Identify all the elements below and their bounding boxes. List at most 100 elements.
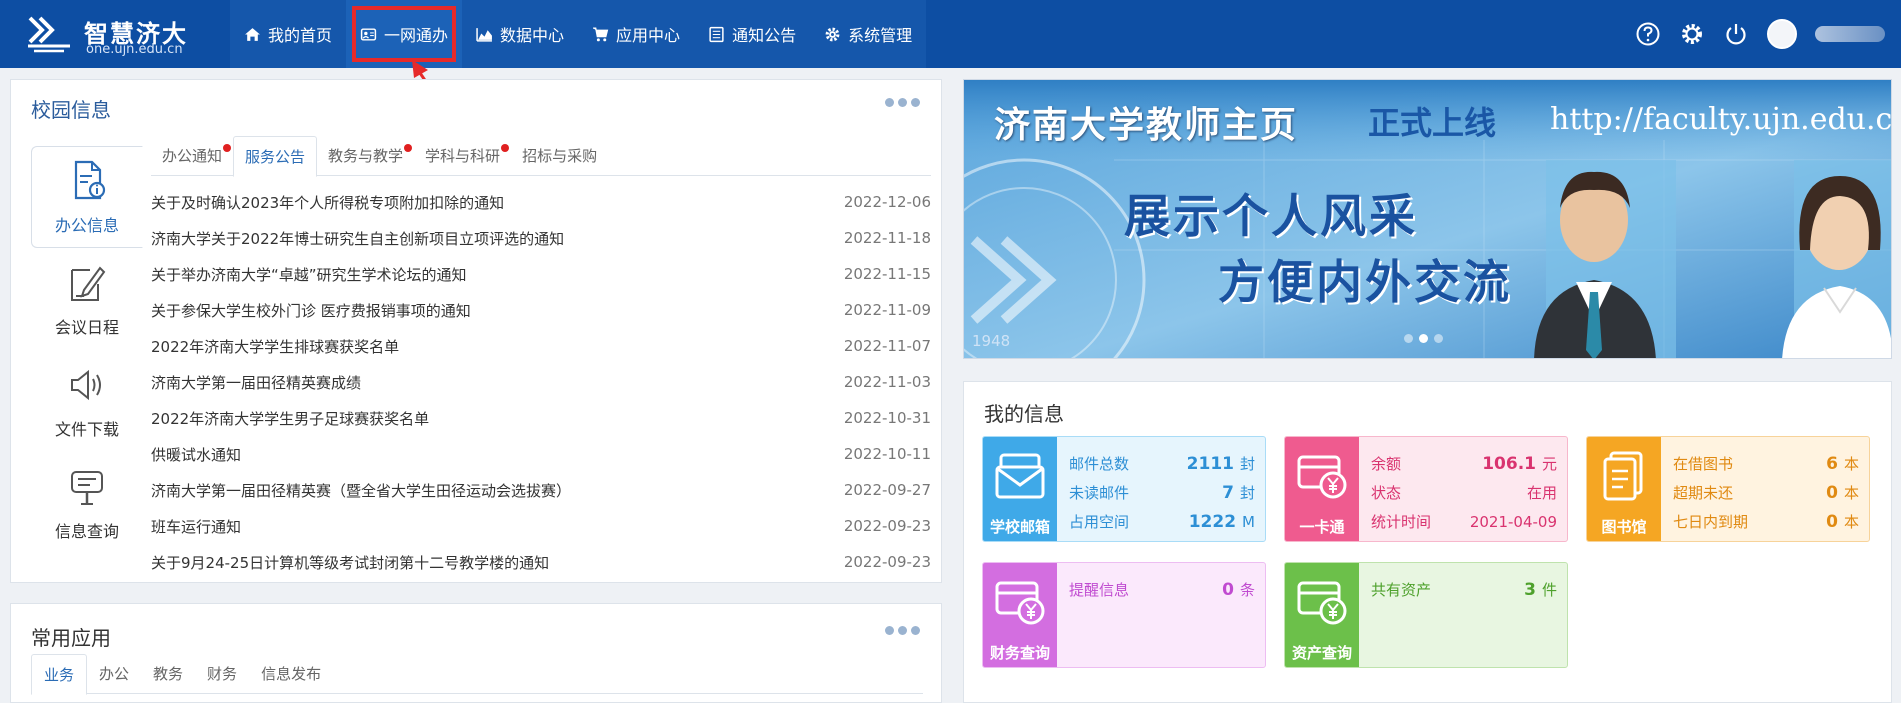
news-date: 2022-11-03: [843, 373, 931, 391]
news-item[interactable]: 班车运行通知 2022-09-23: [151, 508, 931, 544]
stat-value: 6: [1826, 454, 1838, 474]
news-item[interactable]: 济南大学关于2022年博士研究生自主创新项目立项评选的通知 2022-11-18: [151, 220, 931, 256]
banner-badge: 正式上线: [1368, 104, 1497, 142]
nav-one-stop[interactable]: 一网通办: [346, 0, 463, 68]
card-rows: 余额 106.1 元 状态 在用 统计时间 2021-04-09: [1371, 449, 1557, 536]
side-item-office-info[interactable]: 办公信息: [31, 146, 143, 248]
card-assets[interactable]: 资产查询 共有资产 3 件: [1284, 562, 1568, 668]
news-date: 2022-11-15: [843, 265, 931, 283]
settings-icon[interactable]: [1679, 21, 1705, 47]
nav-notices[interactable]: 通知公告: [694, 0, 810, 68]
tab-research[interactable]: 学科与科研: [414, 136, 511, 176]
carousel-dot[interactable]: [1434, 334, 1443, 343]
news-date: 2022-09-27: [843, 481, 931, 499]
card-rows: 在借图书 6 本 超期未还 0 本 七日内到期 0 本: [1673, 449, 1859, 536]
news-item[interactable]: 济南大学第一届田径精英赛（暨全省大学生田径运动会选拔赛） 2022-09-27: [151, 472, 931, 508]
news-item[interactable]: 关于及时确认2023年个人所得税专项附加扣除的通知 2022-12-06: [151, 184, 931, 220]
card-campus-card[interactable]: 一卡通 余额 106.1 元 状态 在用 统计时间 2021-04-09: [1284, 436, 1568, 542]
card-label: 资产查询: [1291, 644, 1352, 662]
tab-business[interactable]: 业务: [31, 654, 88, 695]
news-date: 2022-11-07: [843, 337, 931, 355]
tab-academic[interactable]: 教务与教学: [317, 136, 414, 176]
avatar[interactable]: [1767, 19, 1797, 49]
news-item[interactable]: 2022年济南大学学生男子足球赛获奖名单 2022-10-31: [151, 400, 931, 436]
stat-unit: 封: [1239, 455, 1255, 473]
side-item-downloads[interactable]: 文件下载: [31, 350, 143, 452]
tab-teaching[interactable]: 教务: [141, 654, 195, 694]
document-info-icon: [74, 160, 106, 200]
news-title[interactable]: 2022年济南大学学生男子足球赛获奖名单: [151, 408, 429, 429]
news-title[interactable]: 2022年济南大学学生排球赛获奖名单: [151, 336, 399, 357]
campus-more-button[interactable]: [885, 98, 921, 108]
stat-label: 邮件总数: [1069, 455, 1130, 473]
card-label: 图书馆: [1601, 518, 1647, 536]
tab-office[interactable]: 办公: [87, 654, 141, 694]
stat-value: 7: [1222, 483, 1234, 503]
card-school-mail[interactable]: 学校邮箱 邮件总数 2111 封 未读邮件 7 封 占用空间 1222 M: [982, 436, 1266, 542]
news-item[interactable]: 济南大学第一届田径精英赛成绩 2022-11-03: [151, 364, 931, 400]
stat-unit: M: [1242, 512, 1255, 531]
brand-domain: one.ujn.edu.cn: [86, 42, 183, 57]
carousel-dot-active[interactable]: [1419, 334, 1428, 343]
stat-label: 共有资产: [1371, 581, 1432, 599]
news-item[interactable]: 关于参保大学生校外门诊 医疗费报销事项的通知 2022-11-09: [151, 292, 931, 328]
card-icon-area: 图书馆: [1587, 437, 1661, 541]
faculty-banner[interactable]: 济南大学教师主页 正式上线 http://faculty.ujn.edu.cn …: [963, 79, 1892, 359]
finance-icon: [995, 581, 1045, 625]
news-item[interactable]: 关于举办济南大学“卓越”研究生学术论坛的通知 2022-11-15: [151, 256, 931, 292]
stat-label: 状态: [1371, 484, 1402, 502]
pen-paper-icon: [71, 266, 106, 301]
tab-publish[interactable]: 信息发布: [249, 654, 333, 694]
side-item-label: 文件下载: [54, 420, 119, 439]
username-redacted[interactable]: [1815, 26, 1885, 42]
news-title[interactable]: 关于及时确认2023年个人所得税专项附加扣除的通知: [151, 192, 504, 213]
tab-procurement[interactable]: 招标与采购: [511, 136, 608, 176]
news-title[interactable]: 济南大学关于2022年博士研究生自主创新项目立项评选的通知: [151, 228, 564, 249]
top-right-tools: [1635, 0, 1901, 68]
main-nav: 我的首页 一网通办 数据中心 应用中心 通知公告 系统管理: [230, 0, 927, 68]
banner-year: 1948: [972, 332, 1011, 350]
logo[interactable]: 智慧济大 one.ujn.edu.cn: [26, 12, 196, 57]
nav-app-center[interactable]: 应用中心: [578, 0, 694, 68]
tab-service-notice[interactable]: 服务公告: [233, 136, 318, 177]
banner-line-1: 展示个人风采: [1124, 189, 1418, 243]
gear-icon: [825, 27, 840, 41]
apps-more-button[interactable]: [885, 626, 921, 636]
news-title[interactable]: 济南大学第一届田径精英赛（暨全省大学生田径运动会选拔赛）: [151, 480, 571, 501]
card-icon-area: 资产查询: [1285, 563, 1359, 667]
carousel-dot[interactable]: [1404, 334, 1413, 343]
news-title[interactable]: 关于参保大学生校外门诊 医疗费报销事项的通知: [151, 300, 471, 321]
side-item-label: 办公信息: [54, 216, 119, 235]
side-item-query[interactable]: 信息查询: [31, 452, 143, 554]
stat-label: 占用空间: [1069, 513, 1130, 531]
nav-data-center[interactable]: 数据中心: [462, 0, 578, 68]
stat-label: 超期未还: [1673, 484, 1734, 502]
stat-unit: 元: [1541, 455, 1557, 473]
news-title[interactable]: 班车运行通知: [151, 516, 241, 537]
card-library[interactable]: 图书馆 在借图书 6 本 超期未还 0 本 七日内到期 0 本: [1586, 436, 1870, 542]
news-title[interactable]: 关于9月24-25日计算机等级考试封闭第十二号教学楼的通知: [151, 552, 549, 573]
news-title[interactable]: 供暖试水通知: [151, 444, 241, 465]
tab-office-notice[interactable]: 办公通知: [151, 136, 233, 176]
list-icon: [709, 26, 724, 42]
stat-value: 0: [1826, 512, 1838, 532]
news-title[interactable]: 济南大学第一届田径精英赛成绩: [151, 372, 361, 393]
book-icon: [1603, 451, 1643, 501]
stat-value: 3: [1524, 580, 1536, 600]
banner-url[interactable]: http://faculty.ujn.edu.cn: [1550, 102, 1891, 137]
news-item[interactable]: 2022年济南大学学生排球赛获奖名单 2022-11-07: [151, 328, 931, 364]
news-item[interactable]: 关于9月24-25日计算机等级考试封闭第十二号教学楼的通知 2022-09-23: [151, 544, 931, 580]
side-item-meetings[interactable]: 会议日程: [31, 248, 143, 350]
news-title[interactable]: 关于举办济南大学“卓越”研究生学术论坛的通知: [151, 264, 467, 285]
nav-system[interactable]: 系统管理: [810, 0, 926, 68]
nav-home[interactable]: 我的首页: [230, 0, 346, 68]
tab-finance[interactable]: 财务: [195, 654, 249, 694]
card-rows: 共有资产 3 件: [1371, 575, 1557, 604]
news-item[interactable]: 供暖试水通知 2022-10-11: [151, 436, 931, 472]
stat-value: 1222: [1188, 511, 1237, 532]
help-icon[interactable]: [1635, 21, 1661, 47]
card-finance[interactable]: 财务查询 提醒信息 0 条: [982, 562, 1266, 668]
campus-side-nav: 办公信息 会议日程 文件下载 信息查询: [31, 146, 143, 554]
my-info-title: 我的信息: [984, 402, 1064, 426]
power-icon[interactable]: [1723, 21, 1749, 47]
